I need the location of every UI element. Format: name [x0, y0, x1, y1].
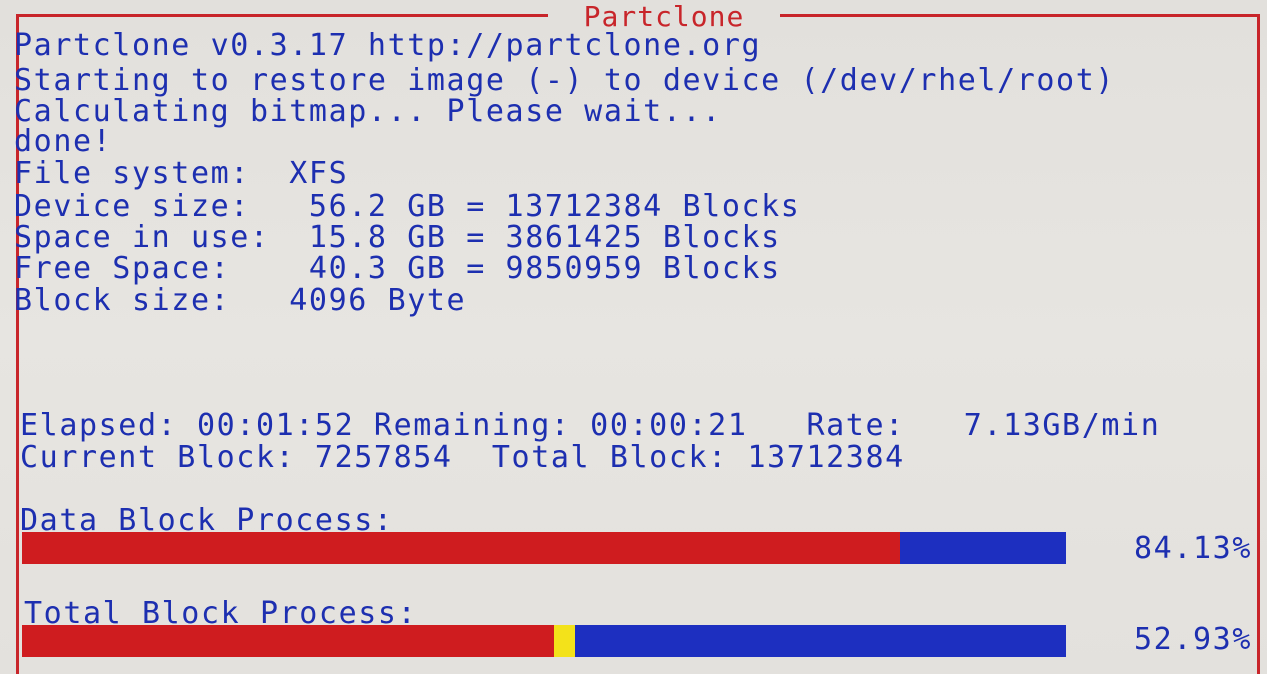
total-block-progress-bar	[22, 625, 1066, 657]
partclone-screen: Partclone Partclone v0.3.17 http://partc…	[0, 0, 1267, 674]
data-block-progress-fill	[22, 532, 901, 564]
dialog-frame-top-right	[780, 14, 1260, 17]
data-block-progress-percent: 84.13%	[1134, 531, 1252, 566]
data-block-progress-bar	[22, 532, 1066, 564]
status-elapsed-line: Elapsed: 00:01:52 Remaining: 00:00:21 Ra…	[20, 408, 1161, 443]
total-block-progress-fill	[22, 625, 575, 657]
log-space-in-use-line: Space in use: 15.8 GB = 3861425 Blocks	[14, 220, 781, 255]
log-file-system-line: File system: XFS	[14, 156, 349, 191]
log-version-line: Partclone v0.3.17 http://partclone.org	[14, 28, 762, 63]
total-block-progress-cursor	[553, 625, 575, 657]
total-block-progress-percent: 52.93%	[1134, 622, 1252, 657]
dialog-frame-right	[1257, 14, 1260, 674]
log-starting-line: Starting to restore image (-) to device …	[14, 63, 1116, 98]
log-block-size-line: Block size: 4096 Byte	[14, 283, 467, 318]
log-calculating-line: Calculating bitmap... Please wait...	[14, 94, 722, 129]
log-done-line: done!	[14, 124, 113, 159]
dialog-frame-top-left	[16, 14, 548, 17]
log-free-space-line: Free Space: 40.3 GB = 9850959 Blocks	[14, 251, 781, 286]
log-device-size-line: Device size: 56.2 GB = 13712384 Blocks	[14, 189, 801, 224]
status-current-block-line: Current Block: 7257854 Total Block: 1371…	[20, 440, 905, 475]
